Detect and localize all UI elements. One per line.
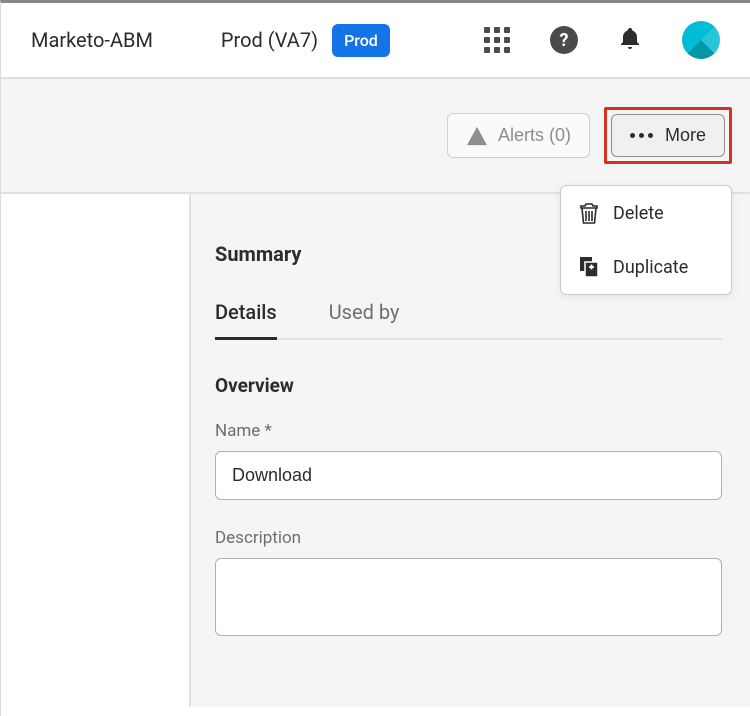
description-input[interactable] — [215, 558, 722, 636]
trash-icon — [579, 202, 599, 224]
env-name[interactable]: Prod (VA7) — [221, 28, 318, 52]
name-label: Name * — [215, 421, 722, 441]
duplicate-icon — [579, 256, 599, 278]
more-button[interactable]: More — [611, 114, 725, 157]
bell-icon[interactable] — [618, 24, 642, 56]
more-dots-icon — [630, 133, 653, 138]
overview-heading: Overview — [215, 374, 722, 397]
env-badge[interactable]: Prod — [332, 24, 390, 57]
delete-menu-item[interactable]: Delete — [561, 186, 731, 240]
more-highlight: More — [604, 107, 732, 164]
delete-label: Delete — [613, 203, 664, 224]
more-dropdown: Delete Duplicate — [560, 185, 732, 295]
description-label: Description — [215, 528, 722, 548]
alerts-label: Alerts (0) — [498, 125, 571, 146]
tab-details[interactable]: Details — [215, 300, 277, 338]
left-sidebar — [1, 194, 191, 707]
warning-icon — [466, 126, 488, 146]
alerts-button[interactable]: Alerts (0) — [447, 113, 590, 158]
toolbar: Alerts (0) More — [1, 79, 750, 194]
header-bar: Marketo-ABM Prod (VA7) Prod ? — [1, 3, 750, 79]
name-input[interactable] — [215, 451, 722, 500]
avatar[interactable] — [682, 21, 720, 59]
apps-icon[interactable] — [484, 27, 510, 53]
duplicate-label: Duplicate — [613, 257, 688, 278]
help-icon[interactable]: ? — [550, 26, 578, 54]
org-name[interactable]: Marketo-ABM — [31, 28, 153, 52]
header-icons: ? — [484, 21, 720, 59]
tabs: Details Used by — [215, 300, 722, 340]
duplicate-menu-item[interactable]: Duplicate — [561, 240, 731, 294]
more-label: More — [665, 125, 706, 146]
tab-used-by[interactable]: Used by — [329, 300, 400, 338]
